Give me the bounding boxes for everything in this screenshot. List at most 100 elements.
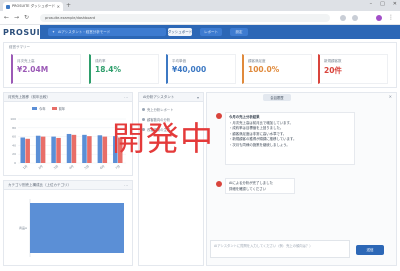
send-button[interactable]: 送信: [356, 245, 384, 255]
kpi-label: 成約率: [95, 59, 106, 63]
bar-last-year: [56, 137, 61, 163]
chat-input[interactable]: AIアシスタントに質問を入力してください（例：売上の傾向は？）: [210, 240, 350, 258]
y-tick-label: 0: [14, 161, 16, 165]
browser-tab[interactable]: PROSUITE ダッシュボード ✕: [3, 2, 63, 11]
bar-this-year: [66, 133, 72, 163]
more-icon[interactable]: ⋯: [124, 95, 128, 100]
bar-this-year: [35, 135, 41, 163]
bar-last-year: [102, 136, 108, 163]
summary-title: 経営サマリー: [9, 45, 30, 49]
ai-menu-label: 売上分析レポート: [147, 107, 174, 112]
close-window-icon[interactable]: ✕: [393, 1, 397, 7]
close-tab-icon[interactable]: ✕: [57, 4, 60, 9]
extension-icon[interactable]: [340, 15, 346, 21]
mode-label: AIアシスタント・経営分析モード: [57, 29, 111, 34]
assistant-avatar-icon: [216, 181, 222, 187]
y-tick-label: 100: [10, 117, 16, 121]
bar-last-year: [71, 134, 77, 163]
minimize-icon[interactable]: –: [370, 1, 373, 7]
dashboard-button[interactable]: ダッシュボード: [168, 28, 192, 36]
category-label: 商品A: [19, 225, 28, 230]
legend-swatch: [32, 107, 37, 110]
category-panel: カテゴリ別売上構成比（上位カテゴリ） ⋯ 商品A: [3, 180, 133, 266]
bar-this-year: [97, 135, 103, 163]
bullet-icon: [142, 107, 145, 111]
bar-this-year: [51, 136, 56, 163]
chat-input-placeholder: AIアシスタントに質問を入力してください（例：売上の傾向は？）: [214, 244, 313, 248]
more-icon[interactable]: ⋯: [124, 183, 128, 188]
browser-menu-icon[interactable]: ⋮: [388, 14, 394, 21]
category-bar: [30, 203, 124, 253]
x-tick-label: 1月: [22, 164, 28, 170]
chat-message: 今月の売上分析結果 ・月次売上高は前月比で増加しています。 ・成約率は目標値を上…: [225, 112, 355, 165]
chat-message: AIによる分析が完了しました 詳細を確認してください: [225, 178, 295, 194]
new-tab-icon[interactable]: +: [66, 2, 71, 9]
panel-header: 月別売上推移（前年比較） ⋯: [4, 93, 132, 102]
legend-swatch: [51, 107, 57, 110]
mode-selector[interactable]: ✦ AIアシスタント・経営分析モード: [48, 28, 166, 36]
kpi-value: ¥2.04M: [17, 65, 49, 74]
tab-title: PROSUITE ダッシュボード: [12, 4, 55, 8]
url-text: prosuite.example/dashboard: [45, 16, 96, 20]
y-tick-label: 80: [12, 126, 16, 130]
tab-history[interactable]: 会話履歴: [263, 94, 291, 101]
bar-this-year: [82, 134, 87, 163]
kpi-card-sales[interactable]: 月次売上高 ¥2.04M: [11, 54, 81, 84]
panel-title: 月別売上推移（前年比較）: [8, 94, 50, 99]
panel-title: カテゴリ別売上構成比（上位カテゴリ）: [8, 182, 71, 187]
bookmark-icon[interactable]: [352, 15, 358, 21]
forward-icon[interactable]: →: [14, 14, 19, 21]
report-button[interactable]: レポート: [200, 28, 222, 36]
kpi-label: 月次売上高: [17, 59, 35, 63]
legend-label: 前年: [58, 107, 66, 111]
bar-this-year: [20, 137, 26, 163]
kpi-card-average-price[interactable]: 平均単価 ¥40,000: [166, 54, 236, 84]
x-tick-label: 4月: [68, 164, 74, 170]
development-watermark: 開発中: [112, 119, 214, 158]
bar-last-year: [87, 136, 92, 163]
panel-title: AI分析アシスタント: [143, 94, 175, 99]
kpi-label: 平均単価: [172, 59, 186, 63]
profile-avatar-icon[interactable]: [376, 15, 382, 21]
x-tick-label: 6月: [99, 164, 105, 170]
browser-tab-bar: PROSUITE ダッシュボード ✕ + – □ ✕: [0, 0, 400, 11]
y-tick-label: 60: [12, 135, 16, 139]
maximize-icon[interactable]: □: [380, 1, 385, 7]
header-toolbar: ✦ AIアシスタント・経営分析モード ダッシュボード レポート 設定: [40, 25, 400, 39]
chart-legend: 今年 前年: [32, 106, 65, 111]
kpi-value: 100.0%: [248, 65, 280, 74]
kpi-label: 新規顧客数: [324, 59, 342, 63]
kpi-card-satisfaction[interactable]: 顧客満足度 100.0%: [242, 54, 312, 84]
legend-item: 前年: [51, 106, 66, 111]
kpi-card-conversion[interactable]: 成約率 18.4%: [89, 54, 159, 84]
reload-icon[interactable]: ↻: [24, 14, 29, 21]
kpi-value: ¥40,000: [172, 65, 207, 74]
panel-header: カテゴリ別売上構成比（上位カテゴリ） ⋯: [4, 181, 132, 190]
x-tick-label: 7月: [115, 164, 121, 170]
bar-last-year: [40, 136, 46, 163]
message-line: ・次月も同様の施策を継続しましょう。: [229, 142, 290, 147]
kpi-value: 20件: [324, 66, 342, 75]
kpi-label: 顧客満足度: [248, 59, 266, 63]
close-icon[interactable]: ✕: [389, 94, 392, 99]
address-bar: ← → ↻ prosuite.example/dashboard ⋮: [0, 11, 400, 25]
y-tick-label: 20: [12, 152, 16, 156]
x-tick-label: 3月: [53, 164, 59, 170]
favicon-icon: [6, 4, 10, 9]
chevron-down-icon[interactable]: ▾: [197, 95, 199, 100]
panel-header: AI分析アシスタント ▾: [139, 93, 203, 102]
url-field[interactable]: prosuite.example/dashboard: [40, 14, 330, 22]
message-line: 詳細を確認してください: [229, 186, 267, 191]
sparkle-icon: ✦: [52, 30, 55, 34]
kpi-summary: 経営サマリー 月次売上高 ¥2.04M 成約率 18.4% 平均単価 ¥40,0…: [3, 42, 397, 88]
legend-item: 今年: [32, 106, 46, 111]
bar-last-year: [25, 138, 30, 163]
settings-button[interactable]: 設定: [230, 28, 248, 36]
app-header: PROSUITE ✦ AIアシスタント・経営分析モード ダッシュボード レポート…: [0, 25, 400, 39]
kpi-card-new-customers[interactable]: 新規顧客数 20件: [318, 54, 388, 84]
back-icon[interactable]: ←: [4, 14, 9, 21]
x-tick-label: 5月: [84, 164, 90, 170]
legend-label: 今年: [39, 107, 46, 111]
category-chart: 商品A: [19, 199, 124, 257]
x-tick-label: 2月: [37, 164, 43, 170]
